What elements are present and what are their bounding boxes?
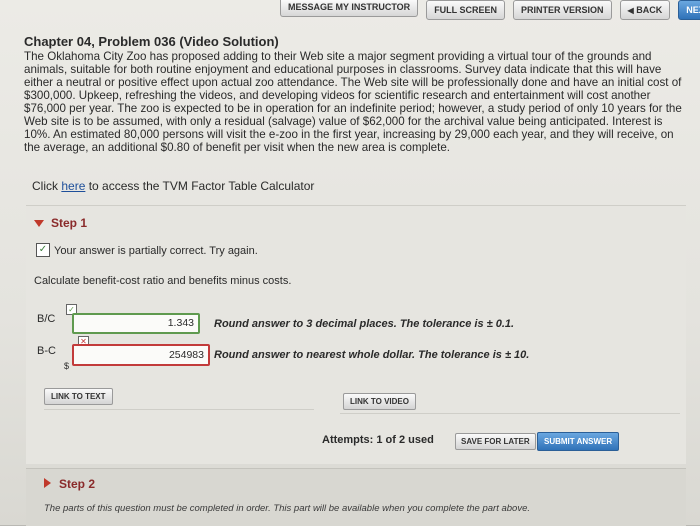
partially-correct-icon: ✓ bbox=[36, 243, 50, 257]
click-suffix: to access the TVM Factor Table Calculato… bbox=[85, 179, 315, 193]
top-toolbar: MESSAGE MY INSTRUCTOR FULL SCREEN PRINTE… bbox=[280, 0, 700, 26]
back-button[interactable]: ◀ BACK bbox=[619, 0, 671, 20]
step-2-expand-icon[interactable] bbox=[44, 478, 51, 488]
bmc-rounding-note: Round answer to nearest whole dollar. Th… bbox=[214, 349, 530, 361]
problem-text: The Oklahoma City Zoo has proposed addin… bbox=[24, 50, 682, 154]
currency-symbol: $ bbox=[64, 361, 70, 371]
message-instructor-button[interactable]: MESSAGE MY INSTRUCTOR bbox=[280, 0, 419, 17]
bc-rounding-note: Round answer to 3 decimal places. The to… bbox=[214, 318, 515, 330]
step-2-note: The parts of this question must be compl… bbox=[44, 503, 530, 514]
step-2-panel bbox=[26, 468, 686, 526]
step-1-panel bbox=[26, 205, 686, 464]
bc-label: B/C bbox=[37, 313, 56, 325]
bmc-label: B-C bbox=[37, 345, 56, 357]
save-for-later-button[interactable]: SAVE FOR LATER bbox=[455, 433, 536, 450]
back-label: BACK bbox=[636, 5, 663, 15]
step-1-heading[interactable]: Step 1 bbox=[51, 216, 87, 230]
page: MESSAGE MY INSTRUCTOR FULL SCREEN PRINTE… bbox=[0, 0, 700, 526]
step-1-collapse-icon[interactable] bbox=[34, 220, 44, 227]
click-prefix: Click bbox=[32, 179, 62, 193]
submit-answer-button[interactable]: SUBMIT ANSWER bbox=[537, 432, 620, 451]
full-screen-button[interactable]: FULL SCREEN bbox=[426, 0, 506, 20]
step-2-heading[interactable]: Step 2 bbox=[59, 477, 95, 491]
attempts-counter: Attempts: 1 of 2 used bbox=[322, 434, 434, 446]
problem-title: Chapter 04, Problem 036 (Video Solution) bbox=[24, 34, 279, 49]
partial-correct-message: Your answer is partially correct. Try ag… bbox=[54, 245, 258, 257]
tvm-calculator-link[interactable]: here bbox=[61, 179, 85, 193]
tvm-calculator-line: Click here to access the TVM Factor Tabl… bbox=[32, 179, 314, 193]
next-label: NEXT bbox=[686, 5, 700, 15]
next-button[interactable]: NEXT ▶ bbox=[678, 0, 700, 20]
printer-version-button[interactable]: PRINTER VERSION bbox=[513, 0, 612, 20]
instruction-text: Calculate benefit-cost ratio and benefit… bbox=[34, 275, 292, 287]
back-arrow-icon: ◀ bbox=[627, 6, 634, 15]
bmc-input[interactable]: 254983 bbox=[72, 344, 210, 366]
bc-input[interactable]: 1.343 bbox=[72, 313, 200, 334]
link-to-text-button[interactable]: LINK TO TEXT bbox=[44, 388, 113, 405]
link-to-video-button[interactable]: LINK TO VIDEO bbox=[343, 393, 416, 410]
